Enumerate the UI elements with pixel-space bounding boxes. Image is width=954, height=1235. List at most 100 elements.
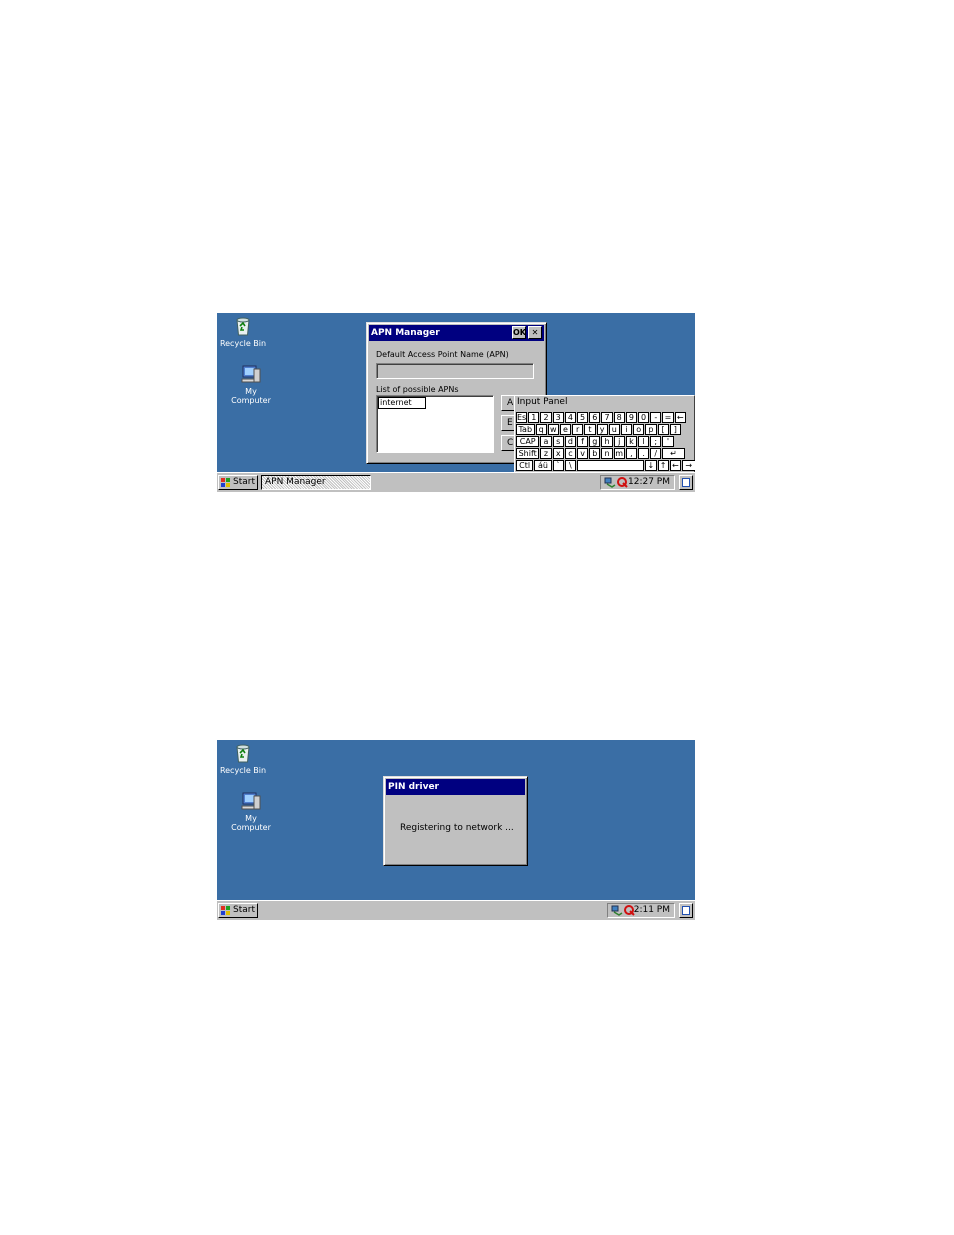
key--[interactable]: - [650,412,662,423]
network-icon[interactable] [604,477,616,488]
key-/[interactable]: / [650,448,662,459]
key-3[interactable]: 3 [552,412,564,423]
windows-flag-icon [221,478,230,487]
clock[interactable]: 12:27 PM [628,476,670,489]
key-Shift[interactable]: Shift [516,448,540,459]
key-←[interactable]: ← [669,460,681,471]
key-t[interactable]: t [584,424,596,435]
key-j[interactable]: j [613,436,625,447]
key-.[interactable]: . [638,448,650,459]
key-↓[interactable]: ↓ [645,460,657,471]
keyboard-tray-button[interactable] [679,903,693,918]
key-u[interactable]: u [608,424,620,435]
key-l[interactable]: l [638,436,650,447]
key-5[interactable]: 5 [577,412,589,423]
key-4[interactable]: 4 [564,412,576,423]
key-s[interactable]: s [552,436,564,447]
key-9[interactable]: 9 [625,412,637,423]
key-r[interactable]: r [572,424,584,435]
recycle-bin-icon [236,317,250,336]
default-apn-field[interactable] [376,363,534,379]
key-;[interactable]: ; [650,436,662,447]
key-k[interactable]: k [625,436,637,447]
key-][interactable]: ] [669,424,681,435]
recycle-bin-label: Recycle Bin [219,339,267,348]
my-computer-label-1: My [245,814,257,823]
key-6[interactable]: 6 [589,412,601,423]
key-z[interactable]: z [540,448,552,459]
apn-list-label: List of possible APNs [376,385,459,394]
start-label: Start [233,905,255,915]
key-CAP[interactable]: CAP [516,436,540,447]
ok-button[interactable]: OK [512,326,526,339]
key-g[interactable]: g [589,436,601,447]
key-1[interactable]: 1 [528,412,540,423]
recycle-bin-icon [236,744,250,763]
key-=[interactable]: = [662,412,674,423]
key-\[interactable]: \ [564,460,576,471]
desktop-icon-my-computer[interactable]: My Computer [221,363,281,405]
keyboard-tray-button[interactable] [679,475,693,490]
key-2[interactable]: 2 [540,412,552,423]
desktop-icon-recycle-bin[interactable]: Recycle Bin [217,315,273,348]
key-p[interactable]: p [645,424,657,435]
pin-driver-dialog: PIN driver Registering to network ... [383,776,528,866]
apn-titlebar[interactable]: APN Manager OK ✕ [369,325,544,341]
key-Esc[interactable]: Esc [516,412,528,423]
list-item[interactable]: internet [378,397,426,409]
taskbar: Start APN Manager 12:27 PM [217,472,695,492]
key-space[interactable] [577,460,645,471]
screenshot-pin-driver: Recycle Bin My Computer PIN driver Regis… [217,740,695,920]
key-b[interactable]: b [589,448,601,459]
pin-titlebar[interactable]: PIN driver [386,779,525,795]
key-w[interactable]: w [547,424,559,435]
key-7[interactable]: 7 [601,412,613,423]
key-`[interactable]: ` [552,460,564,471]
apn-listbox[interactable]: internet [376,395,494,453]
key-e[interactable]: e [559,424,572,435]
desktop-icon-recycle-bin[interactable]: Recycle Bin [217,742,273,775]
my-computer-icon [241,792,261,810]
key-a[interactable]: a [540,436,552,447]
key-x[interactable]: x [552,448,564,459]
default-apn-label: Default Access Point Name (APN) [376,350,509,359]
key-h[interactable]: h [601,436,613,447]
key-v[interactable]: v [577,448,589,459]
key-0[interactable]: 0 [638,412,650,423]
key-↑[interactable]: ↑ [657,460,669,471]
key-→[interactable]: → [681,460,695,471]
key-y[interactable]: y [596,424,608,435]
system-tray: 2:11 PM [607,903,675,918]
key-c[interactable]: c [564,448,576,459]
key-f[interactable]: f [577,436,589,447]
key-m[interactable]: m [613,448,625,459]
task-apn-manager[interactable]: APN Manager [261,475,371,490]
network-icon[interactable] [611,905,623,916]
input-panel: Input Panel Esc1234567890-=←Tabqwertyuio… [514,395,695,474]
desktop-icon-my-computer[interactable]: My Computer [221,790,281,832]
key-,[interactable]: , [625,448,637,459]
pin-status-message: Registering to network ... [400,823,514,833]
key-áü[interactable]: áü [534,460,552,471]
key-'[interactable]: ' [662,436,674,447]
key-q[interactable]: q [535,424,547,435]
key-Ctl[interactable]: Ctl [516,460,534,471]
key-d[interactable]: d [564,436,576,447]
key-Tab[interactable]: Tab [516,424,535,435]
pin-title: PIN driver [388,782,439,792]
clock[interactable]: 2:11 PM [634,904,670,917]
key-[[interactable]: [ [657,424,669,435]
key-←[interactable]: ← [674,412,686,423]
key-o[interactable]: o [633,424,645,435]
key-i[interactable]: i [620,424,633,435]
signal-icon[interactable] [617,477,628,488]
key-8[interactable]: 8 [613,412,625,423]
close-button[interactable]: ✕ [528,326,542,339]
input-panel-title: Input Panel [517,397,568,407]
key-↵[interactable]: ↵ [662,448,685,459]
key-n[interactable]: n [601,448,613,459]
start-button[interactable]: Start [218,475,258,490]
start-label: Start [233,477,255,487]
start-button[interactable]: Start [218,903,258,918]
windows-flag-icon [221,906,230,915]
